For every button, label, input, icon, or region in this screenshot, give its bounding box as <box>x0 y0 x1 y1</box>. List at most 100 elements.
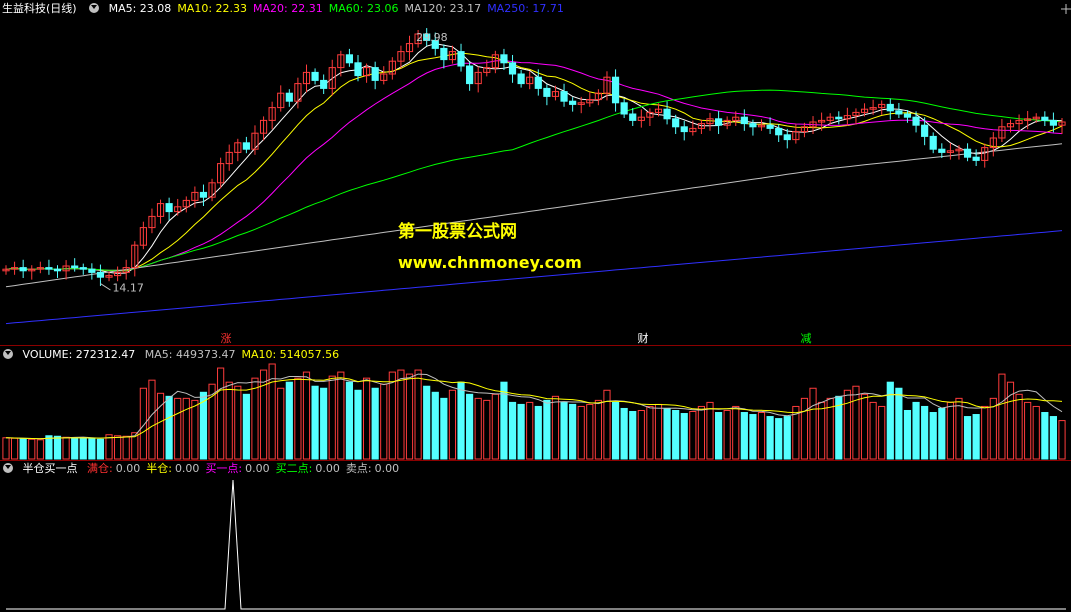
volume-bar <box>380 383 388 460</box>
volume-bar <box>569 403 577 460</box>
volume-bar <box>96 438 105 460</box>
candle <box>972 156 980 161</box>
volume-bar <box>448 389 457 460</box>
candle <box>611 76 620 104</box>
volume-bar <box>697 405 706 460</box>
candle <box>96 271 105 278</box>
volume-ma10-line <box>5 377 1063 440</box>
candle <box>534 76 542 89</box>
candle <box>543 87 551 97</box>
volume-bar <box>440 397 448 460</box>
volume-bar <box>732 405 740 460</box>
candle <box>783 134 791 141</box>
stock-chart[interactable]: 29.98 14.17 涨 财 减 <box>0 0 1071 612</box>
volume-bar <box>311 385 319 460</box>
ma5-line <box>5 43 1063 274</box>
volume-bar <box>405 373 414 460</box>
volume-bar <box>36 439 44 460</box>
candle <box>766 124 774 129</box>
volume-bar <box>663 407 671 460</box>
candle <box>895 110 903 115</box>
volume-bar <box>517 403 525 460</box>
volume-bar <box>148 379 156 460</box>
volume-bar <box>766 416 774 460</box>
candle <box>929 135 937 150</box>
volume-bar <box>242 393 250 460</box>
candle <box>1049 119 1058 126</box>
candle <box>53 268 62 272</box>
candle <box>680 126 688 133</box>
volume-bar <box>843 389 851 460</box>
volume-bar <box>818 401 826 460</box>
volume-bar <box>646 405 654 460</box>
volume-bar <box>749 414 757 460</box>
candle <box>71 265 79 269</box>
volume-bar <box>689 411 697 460</box>
volume-bar <box>637 409 645 460</box>
volume-bar <box>611 401 620 460</box>
event-marker[interactable]: 减 <box>801 332 812 345</box>
volume-bar <box>234 385 242 460</box>
volume-bar <box>1041 412 1049 460</box>
volume-bar <box>526 401 534 460</box>
price-low-label: 14.17 <box>112 281 144 294</box>
volume-bar <box>53 435 62 460</box>
candle <box>569 100 577 105</box>
volume-bar <box>182 397 190 460</box>
candle <box>963 148 972 158</box>
volume-bar <box>1032 405 1040 460</box>
volume-bar <box>345 381 354 460</box>
volume-bar <box>921 405 929 460</box>
volume-bar <box>457 381 465 460</box>
volume-bar <box>895 387 903 460</box>
candle <box>740 116 748 125</box>
candle <box>45 267 53 270</box>
volume-bar <box>431 391 439 460</box>
volume-bar <box>466 393 474 460</box>
volume-bar <box>577 405 585 460</box>
candle <box>320 79 328 89</box>
volume-bar <box>963 416 972 460</box>
volume-bar <box>586 403 594 460</box>
candle <box>88 268 96 273</box>
volume-bar <box>740 412 748 460</box>
volume-bar <box>972 414 980 460</box>
candle <box>19 267 27 272</box>
volume-bar <box>474 397 482 460</box>
candle <box>629 113 637 121</box>
volume-bar <box>852 385 860 460</box>
volume-bar <box>491 393 499 460</box>
volume-bar <box>714 412 723 460</box>
volume-bar <box>534 405 542 460</box>
volume-bar <box>1015 393 1023 460</box>
volume-bar <box>320 387 328 460</box>
volume-bar <box>71 437 79 460</box>
volume-ma5-line <box>5 373 1063 440</box>
volume-bar <box>165 395 173 460</box>
candle <box>345 54 354 64</box>
candle <box>560 91 568 102</box>
event-marker[interactable]: 财 <box>638 331 649 345</box>
volume-bar <box>294 377 302 460</box>
candle <box>620 102 628 115</box>
volume-bar <box>277 387 285 460</box>
volume-bar <box>706 401 714 460</box>
volume-bar <box>1024 401 1032 460</box>
volume-bar <box>869 401 877 460</box>
volume-bar <box>114 435 122 460</box>
watermark-url: www.chnmoney.com <box>398 253 582 272</box>
volume-bar <box>414 369 422 460</box>
volume-bar <box>560 401 568 460</box>
volume-bar <box>259 369 268 460</box>
volume-bar <box>19 438 27 460</box>
candle <box>466 65 474 85</box>
volume-bar <box>483 399 491 460</box>
volume-bar <box>1058 420 1066 460</box>
event-marker[interactable]: 涨 <box>221 332 232 345</box>
volume-bar <box>594 399 602 460</box>
volume-bar <box>45 435 53 460</box>
candle <box>663 108 671 120</box>
candle <box>921 124 929 137</box>
candle <box>199 191 208 198</box>
candle <box>371 67 379 81</box>
